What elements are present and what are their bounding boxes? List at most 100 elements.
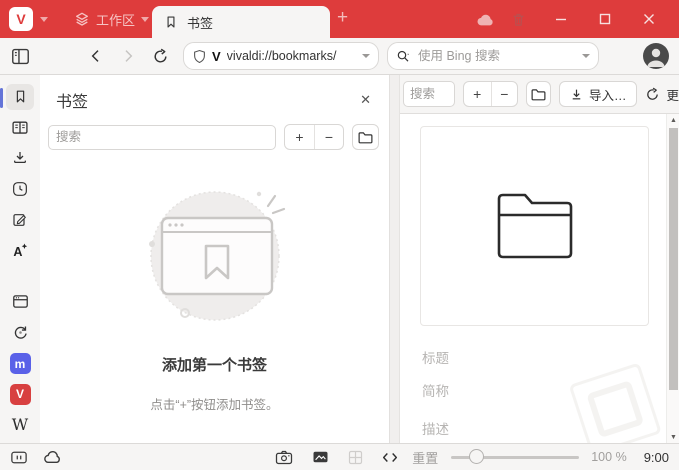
update-label: 更 [666, 88, 679, 103]
panel-close-button[interactable]: ✕ [356, 90, 375, 110]
import-button[interactable]: 导入… [558, 81, 638, 107]
page-source-button[interactable] [382, 451, 398, 464]
profile-avatar[interactable] [643, 43, 669, 69]
bookmarks-manager: + − 导入… [400, 75, 679, 443]
capture-button[interactable] [275, 450, 293, 465]
panel-toggle-button[interactable] [6, 38, 34, 74]
browser-window: V 工作区 书签 + V vivaldi://bookmarks/ 使用 Bin… [0, 0, 679, 470]
panel-search-box[interactable] [48, 124, 276, 150]
zoom-reset-button[interactable]: 重置 [412, 448, 438, 467]
rail-item-translate[interactable]: A [6, 238, 34, 264]
reload-button[interactable] [146, 38, 174, 74]
reload-icon [153, 48, 167, 62]
rail-item-history[interactable] [6, 176, 34, 202]
panel-rail: A m V W [0, 75, 40, 443]
scroll-down-icon[interactable]: ▼ [667, 431, 679, 443]
manager-remove-button[interactable]: − [490, 82, 518, 106]
wikipedia-icon: W [11, 415, 29, 435]
rail-item-wikipedia[interactable]: W [6, 412, 34, 438]
window-panel-icon [12, 295, 28, 309]
panel-title: 书签 [56, 94, 89, 111]
panel-toggle-icon [11, 451, 27, 463]
sync-status-button[interactable] [476, 12, 496, 27]
camera-icon [276, 450, 293, 464]
rail-item-notes[interactable] [6, 207, 34, 233]
trash-button[interactable] [510, 11, 527, 28]
minimize-button[interactable] [539, 0, 583, 38]
sidebar-icon [11, 48, 29, 64]
manager-scrollbar[interactable]: ▲ ▼ [666, 114, 679, 443]
manager-search-box[interactable] [403, 81, 455, 107]
folder-icon [358, 131, 373, 143]
person-icon [647, 48, 665, 67]
status-sync-button[interactable] [43, 450, 63, 464]
tab-bookmarks[interactable]: 书签 [152, 6, 330, 38]
workspace-button[interactable]: 工作区 [74, 10, 150, 29]
forward-button[interactable] [114, 38, 142, 74]
title-bar: V 工作区 书签 + [0, 0, 679, 38]
field-label-title: 标题 [422, 351, 449, 366]
manager-toolbar: + − 导入… [400, 75, 679, 113]
bookmark-detail-card [420, 126, 649, 326]
trash-icon [513, 13, 524, 26]
rail-item-bookmarks[interactable] [0, 84, 34, 110]
notes-icon [13, 214, 26, 227]
empty-state-heading: 添加第一个书签 [161, 357, 267, 374]
manager-new-folder-button[interactable] [526, 81, 551, 107]
url-dropdown-caret-icon[interactable] [362, 54, 370, 58]
search-engine-caret-icon[interactable] [582, 54, 590, 58]
page-actions-button[interactable] [312, 450, 329, 464]
manager-add-button[interactable]: + [464, 82, 490, 106]
tab-title: 书签 [187, 15, 214, 31]
manager-content: 标题 简称 描述 ▲ ▼ [400, 113, 679, 443]
rail-item-sessions[interactable] [6, 320, 34, 346]
new-tab-button[interactable]: + [337, 8, 348, 28]
manager-search-input[interactable] [410, 87, 448, 101]
maximize-icon [599, 13, 611, 25]
address-bar: V vivaldi://bookmarks/ [0, 38, 679, 75]
minimize-icon [556, 18, 566, 21]
zoom-slider[interactable] [451, 449, 580, 465]
update-thumbnails-button[interactable]: 更 [645, 85, 679, 104]
empty-bookmarks-illustration [148, 191, 285, 321]
rail-item-vivaldi[interactable]: V [6, 381, 34, 407]
bookmarks-empty-state: 添加第一个书签 点击“+”按钮添加书签。 [40, 154, 389, 443]
session-loop-icon [14, 326, 27, 339]
status-panel-toggle-button[interactable] [10, 450, 28, 465]
forward-icon [125, 50, 133, 62]
import-arrow-icon [572, 89, 581, 99]
clock[interactable]: 9:00 [644, 450, 669, 465]
panel-search-input[interactable] [56, 130, 268, 144]
scrollbar-thumb[interactable] [669, 128, 678, 390]
rail-item-downloads[interactable] [6, 146, 34, 172]
field-label-nickname: 简称 [422, 384, 449, 399]
code-icon [383, 452, 398, 462]
url-field[interactable]: V vivaldi://bookmarks/ [183, 42, 379, 70]
scroll-up-icon[interactable]: ▲ [667, 114, 679, 126]
panel-resize-gutter[interactable] [390, 75, 400, 443]
new-folder-button[interactable] [352, 124, 379, 150]
search-engine-icon [397, 50, 409, 62]
history-clock-icon [13, 182, 27, 197]
search-field[interactable] [387, 42, 599, 70]
rail-item-windows[interactable] [6, 289, 34, 315]
tiling-button[interactable] [348, 450, 363, 465]
bookmark-icon [167, 16, 175, 28]
rail-item-reading-list[interactable] [6, 115, 34, 141]
vivaldi-menu-button[interactable]: V [9, 7, 33, 31]
reading-list-icon [12, 121, 28, 134]
vivaldi-menu-caret-icon[interactable] [40, 16, 48, 22]
rail-item-mastodon[interactable]: m [6, 351, 34, 377]
url-text: vivaldi://bookmarks/ [226, 49, 337, 63]
remove-bookmark-button[interactable]: − [314, 125, 343, 149]
refresh-icon [647, 87, 659, 100]
add-bookmark-button[interactable]: + [285, 125, 314, 149]
zoom-slider-handle[interactable] [469, 449, 485, 464]
search-input[interactable] [418, 49, 576, 63]
manager-add-remove-group: + − [463, 81, 519, 107]
back-button[interactable] [82, 38, 110, 74]
close-window-button[interactable] [627, 0, 671, 38]
vivaldi-panel-icon: V [9, 383, 31, 405]
maximize-button[interactable] [583, 0, 627, 38]
bookmarks-panel: 书签 ✕ + − [40, 75, 390, 443]
